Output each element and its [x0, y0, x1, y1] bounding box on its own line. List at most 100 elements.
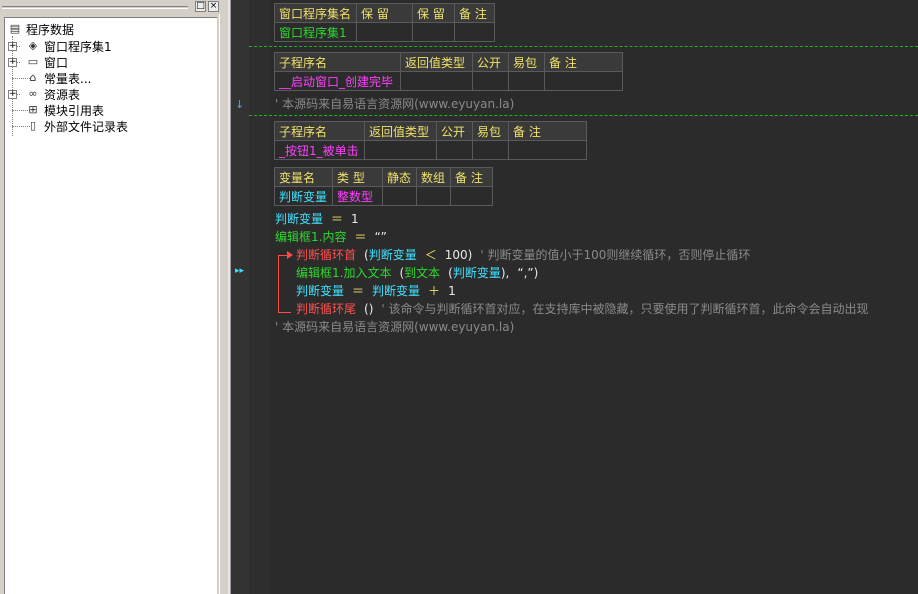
- variable-type-cell[interactable]: 整数型: [332, 186, 383, 206]
- tree-item-label: 窗口程序集1: [44, 39, 112, 54]
- tree-item-label: 窗口: [44, 55, 69, 70]
- tree-item-label: 资源表: [44, 87, 81, 102]
- number-token: 1: [448, 284, 456, 298]
- code-line-increment[interactable]: 判断变量 ＝ 判断变量 ＋ 1: [296, 282, 456, 300]
- subroutine-name-cell[interactable]: __启动窗口_创建完毕: [274, 71, 401, 91]
- loop-bracket-bottom: [278, 312, 291, 313]
- subroutine-table: 子程序名 返回值类型 公开 易包 备 注 _按钮1_被单击: [274, 121, 587, 160]
- table-header-row: 窗口程序集名 保 留 保 留 备 注: [274, 3, 495, 23]
- table-cell[interactable]: [454, 22, 495, 42]
- code-line-loop-end[interactable]: 判断循环尾 () ' 该命令与判断循环首对应，在支持库中被隐藏，只要使用了判断循环首…: [296, 300, 869, 318]
- table-header-cell: 易包: [472, 121, 509, 141]
- table-header-cell: 保 留: [412, 3, 455, 23]
- table-header-cell: 静态: [382, 167, 417, 187]
- module-icon: ⊞: [28, 103, 38, 116]
- table-row[interactable]: __启动窗口_创建完毕: [274, 71, 623, 91]
- variable-token: 判断变量: [368, 248, 417, 262]
- table-header-cell: 公开: [472, 52, 509, 72]
- tree-item-resources[interactable]: ∞ 资源表: [25, 86, 80, 102]
- expander-window[interactable]: +: [8, 58, 17, 67]
- code-line-method-call[interactable]: 编辑框1.加入文本 (到文本 (判断变量), “,”): [296, 264, 538, 282]
- number-token: 100: [444, 248, 468, 262]
- variable-token: 判断变量: [296, 284, 345, 298]
- pin-icon[interactable]: □: [195, 1, 206, 12]
- operator-token: ＜: [424, 248, 437, 262]
- table-header-cell: 子程序名: [274, 52, 401, 72]
- variable-token: 判断变量: [452, 266, 501, 280]
- code-comment[interactable]: ' 本源码来自易语言资源网(www.eyuyan.la): [275, 95, 514, 113]
- tree-item-modules[interactable]: ⊞ 模块引用表: [25, 102, 104, 118]
- subroutine-table: 子程序名 返回值类型 公开 易包 备 注 __启动窗口_创建完毕: [274, 52, 623, 91]
- string-token: “”: [374, 230, 387, 244]
- table-header-cell: 子程序名: [274, 121, 365, 141]
- table-cell[interactable]: [472, 71, 509, 91]
- close-icon[interactable]: ×: [208, 1, 219, 12]
- pane-splitter[interactable]: [219, 14, 228, 594]
- tree-item-assembly[interactable]: ◈ 窗口程序集1: [25, 38, 112, 54]
- table-header-cell: 备 注: [454, 3, 495, 23]
- tree-item-external-files[interactable]: ▯ 外部文件记录表: [25, 118, 128, 134]
- tree-item-label: 外部文件记录表: [44, 119, 129, 134]
- table-header-cell: 保 留: [356, 3, 413, 23]
- code-editor[interactable]: 窗口程序集名 保 留 保 留 备 注 窗口程序集1 子程序名 返回值类型 公开 …: [249, 0, 918, 594]
- table-header-row: 子程序名 返回值类型 公开 易包 备 注: [274, 121, 587, 141]
- comma-token: ,: [505, 266, 510, 280]
- table-header-cell: 窗口程序集名: [274, 3, 357, 23]
- expander-assembly[interactable]: +: [8, 42, 17, 51]
- variable-name-cell[interactable]: 判断变量: [274, 186, 333, 206]
- code-comment: ' 该命令与判断循环首对应，在支持库中被隐藏，只要使用了判断循环首，此命令会自动…: [381, 302, 869, 316]
- table-cell[interactable]: [508, 71, 545, 91]
- code-comment[interactable]: ' 本源码来自易语言资源网(www.eyuyan.la): [275, 318, 514, 336]
- assembly-table: 窗口程序集名 保 留 保 留 备 注 窗口程序集1: [274, 3, 495, 42]
- stack-icon: ◈: [28, 39, 38, 52]
- string-token: “,”: [517, 266, 534, 280]
- table-header-cell: 返回值类型: [364, 121, 437, 141]
- table-cell[interactable]: [400, 71, 473, 91]
- table-cell[interactable]: [450, 186, 493, 206]
- paren-token: (): [364, 302, 374, 316]
- table-row[interactable]: 窗口程序集1: [274, 22, 495, 42]
- code-line-loop-start[interactable]: 判断循环首 (判断变量＜ 100) ' 判断变量的值小于100则继续循环，否则停止循环: [296, 246, 750, 264]
- table-cell[interactable]: [412, 22, 455, 42]
- table-cell[interactable]: [508, 140, 587, 160]
- down-arrow-icon: ↓: [235, 98, 245, 111]
- assembly-name-cell[interactable]: 窗口程序集1: [274, 22, 357, 42]
- table-cell[interactable]: [382, 186, 417, 206]
- table-cell[interactable]: [436, 140, 473, 160]
- table-row[interactable]: _按钮1_被单击: [274, 140, 587, 160]
- operator-token: ＝: [331, 212, 344, 226]
- table-cell[interactable]: [544, 71, 623, 91]
- number-token: 1: [351, 212, 359, 226]
- variable-token: 判断变量: [275, 212, 324, 226]
- operator-token: ＝: [354, 230, 367, 244]
- variable-table: 变量名 类 型 静态 数组 备 注 判断变量 整数型: [274, 167, 493, 206]
- table-cell[interactable]: [416, 186, 451, 206]
- tree-item-window[interactable]: ▭ 窗口: [25, 54, 68, 70]
- table-header-row: 子程序名 返回值类型 公开 易包 备 注: [274, 52, 623, 72]
- operator-token: ＝: [352, 284, 365, 298]
- table-row[interactable]: 判断变量 整数型: [274, 186, 493, 206]
- command-token: 判断循环尾: [296, 302, 357, 316]
- table-header-cell: 易包: [508, 52, 545, 72]
- code-line-assign[interactable]: 编辑框1.内容 ＝ “”: [275, 228, 387, 246]
- table-cell[interactable]: [472, 140, 509, 160]
- table-header-cell: 备 注: [544, 52, 623, 72]
- expander-resources[interactable]: +: [8, 90, 17, 99]
- tree-root[interactable]: ▤ 程序数据: [7, 21, 74, 37]
- variable-token: 判断变量: [372, 284, 421, 298]
- table-cell[interactable]: [364, 140, 437, 160]
- separator-line: [249, 115, 918, 116]
- table-header-cell: 返回值类型: [400, 52, 473, 72]
- table-header-cell: 类 型: [332, 167, 383, 187]
- subroutine-name-cell[interactable]: _按钮1_被单击: [274, 140, 365, 160]
- constants-icon: ⌂: [29, 71, 37, 84]
- operator-token: ＋: [428, 284, 441, 298]
- paren-token: ): [467, 248, 473, 262]
- pane-header: □ ×: [0, 0, 228, 14]
- project-tree[interactable]: ▤ 程序数据 + ◈ 窗口程序集1 + ▭ 窗口 ⌂ 常量表... + ∞ 资源…: [4, 17, 217, 594]
- tree-item-constants[interactable]: ⌂ 常量表...: [25, 70, 92, 86]
- resource-icon: ∞: [28, 87, 38, 100]
- table-cell[interactable]: [356, 22, 413, 42]
- code-line-assign[interactable]: 判断变量 ＝ 1: [275, 210, 359, 228]
- tree-root-label: 程序数据: [26, 22, 75, 37]
